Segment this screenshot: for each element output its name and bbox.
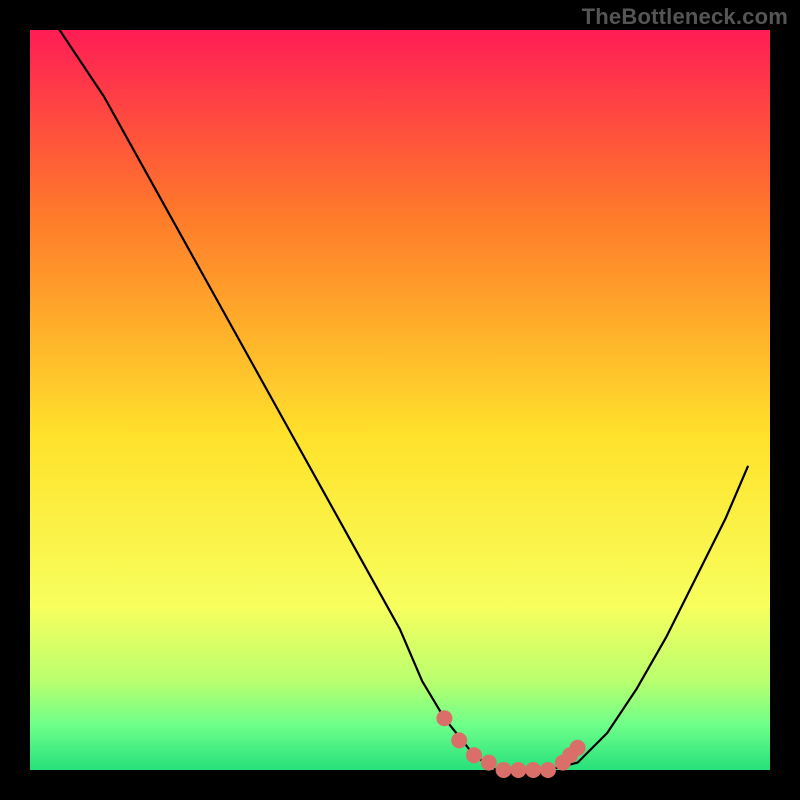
- bottleneck-chart: [0, 0, 800, 800]
- optimal-dot: [496, 762, 512, 778]
- optimal-dot: [451, 732, 467, 748]
- watermark-text: TheBottleneck.com: [582, 4, 788, 30]
- optimal-dot: [481, 755, 497, 771]
- chart-stage: TheBottleneck.com: [0, 0, 800, 800]
- optimal-dot: [436, 710, 452, 726]
- optimal-dot: [466, 747, 482, 763]
- optimal-dot: [510, 762, 526, 778]
- optimal-dot: [525, 762, 541, 778]
- optimal-dot: [540, 762, 556, 778]
- gradient-background: [30, 30, 770, 770]
- optimal-dot: [570, 740, 586, 756]
